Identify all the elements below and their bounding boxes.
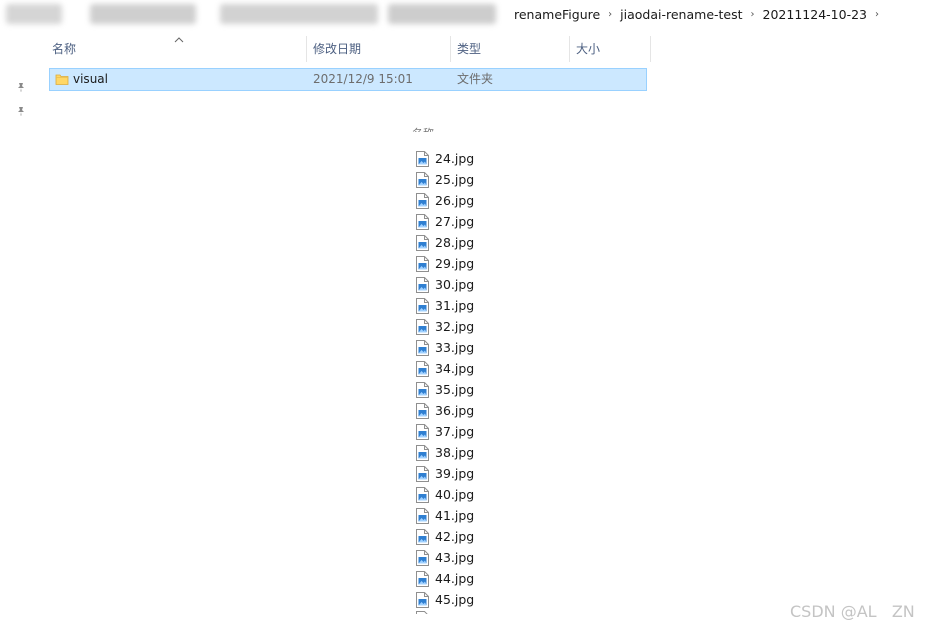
pin-icon[interactable]	[16, 106, 26, 119]
file-name: 35.jpg	[435, 382, 475, 397]
file-name: 37.jpg	[435, 424, 475, 439]
chevron-right-icon[interactable]: ›	[747, 9, 759, 20]
list-item[interactable]: 25.jpg	[416, 169, 526, 190]
list-item[interactable]: 29.jpg	[416, 253, 526, 274]
breadcrumb-item-jiaodai-rename-test[interactable]: jiaodai-rename-test	[616, 7, 746, 22]
file-name: 42.jpg	[435, 529, 475, 544]
list-item[interactable]: 36.jpg	[416, 400, 526, 421]
list-item[interactable]: 37.jpg	[416, 421, 526, 442]
list-item[interactable]: 27.jpg	[416, 211, 526, 232]
file-name: 28.jpg	[435, 235, 475, 250]
chevron-right-icon[interactable]: ›	[871, 9, 883, 20]
jpg-file-icon	[416, 402, 429, 419]
jpg-file-icon	[416, 507, 429, 524]
blurred-path-segment	[6, 4, 62, 24]
jpg-file-icon	[416, 171, 429, 188]
jpg-file-icon	[416, 192, 429, 209]
file-name: 31.jpg	[435, 298, 475, 313]
jpg-file-icon	[416, 150, 429, 167]
jpg-file-icon	[416, 339, 429, 356]
jpg-file-icon	[416, 444, 429, 461]
jpg-file-icon	[416, 255, 429, 272]
folder-type: 文件夹	[457, 72, 494, 86]
jpg-file-icon	[416, 423, 429, 440]
jpg-file-icon	[416, 528, 429, 545]
breadcrumb-item-20211124-10-23[interactable]: 20211124-10-23	[759, 7, 871, 22]
jpg-file-icon	[416, 570, 429, 587]
folder-row-visual[interactable]: visual 2021/12/9 15:01 文件夹	[49, 68, 647, 91]
column-name[interactable]: 名称	[46, 36, 306, 62]
column-header: 名称 修改日期 类型 大小	[46, 36, 652, 62]
list-item-partial	[416, 610, 446, 614]
jpg-file-icon	[416, 213, 429, 230]
file-name: 27.jpg	[435, 214, 475, 229]
blurred-path-segment	[388, 4, 496, 24]
blurred-path-segment	[90, 4, 196, 24]
column-type[interactable]: 类型	[451, 36, 569, 62]
breadcrumb: renameFigure › jiaodai-rename-test › 202…	[510, 4, 883, 24]
file-name: 39.jpg	[435, 466, 475, 481]
jpg-file-icon	[416, 486, 429, 503]
list-item[interactable]: 42.jpg	[416, 526, 526, 547]
jpg-file-icon	[416, 297, 429, 314]
file-name: 32.jpg	[435, 319, 475, 334]
file-name: 33.jpg	[435, 340, 475, 355]
list-item[interactable]: 28.jpg	[416, 232, 526, 253]
list-item[interactable]: 39.jpg	[416, 463, 526, 484]
jpg-file-icon	[416, 234, 429, 251]
chevron-right-icon[interactable]: ›	[604, 9, 616, 20]
file-name: 45.jpg	[435, 592, 475, 607]
file-name: 25.jpg	[435, 172, 475, 187]
jpg-file-icon	[416, 276, 429, 293]
list-item[interactable]: 41.jpg	[416, 505, 526, 526]
file-name: 26.jpg	[435, 193, 475, 208]
list-item[interactable]: 33.jpg	[416, 337, 526, 358]
pin-icon[interactable]	[16, 82, 26, 95]
jpg-file-icon	[416, 360, 429, 377]
list-item[interactable]: 35.jpg	[416, 379, 526, 400]
list-item[interactable]: 45.jpg	[416, 589, 526, 610]
file-name: 29.jpg	[435, 256, 475, 271]
list-item[interactable]: 44.jpg	[416, 568, 526, 589]
breadcrumb-item-renamefigure[interactable]: renameFigure	[510, 7, 604, 22]
list-item[interactable]: 24.jpg	[416, 148, 526, 169]
folder-icon	[55, 72, 69, 86]
address-bar[interactable]: renameFigure › jiaodai-rename-test › 202…	[0, 0, 940, 28]
list-item[interactable]: 26.jpg	[416, 190, 526, 211]
file-name: 44.jpg	[435, 571, 475, 586]
file-name: 43.jpg	[435, 550, 475, 565]
file-name: 36.jpg	[435, 403, 475, 418]
folder-name: visual	[73, 72, 108, 86]
jpg-file-icon	[416, 591, 429, 608]
list-item[interactable]: 34.jpg	[416, 358, 526, 379]
watermark: CSDN @AL ZN	[790, 602, 915, 621]
column-size[interactable]: 大小	[570, 36, 650, 62]
list-item[interactable]: 30.jpg	[416, 274, 526, 295]
jpg-file-icon	[416, 465, 429, 482]
file-name: 30.jpg	[435, 277, 475, 292]
file-name: 40.jpg	[435, 487, 475, 502]
list-item[interactable]: 38.jpg	[416, 442, 526, 463]
pane-header-name: 名称	[412, 124, 434, 132]
column-modified[interactable]: 修改日期	[307, 36, 450, 62]
list-item[interactable]: 32.jpg	[416, 316, 526, 337]
jpg-file-icon	[416, 549, 429, 566]
list-item[interactable]: 43.jpg	[416, 547, 526, 568]
file-name: 38.jpg	[435, 445, 475, 460]
folder-modified: 2021/12/9 15:01	[313, 72, 413, 86]
jpg-file-icon	[416, 381, 429, 398]
blurred-path-segment	[220, 4, 378, 24]
column-divider[interactable]	[650, 36, 651, 62]
file-name: 34.jpg	[435, 361, 475, 376]
file-list: 24.jpg 25.jpg 26.jpg 27.jpg 28.jpg 29.jpg 30.j…	[416, 148, 526, 610]
list-item[interactable]: 40.jpg	[416, 484, 526, 505]
list-item[interactable]: 31.jpg	[416, 295, 526, 316]
file-name: 24.jpg	[435, 151, 475, 166]
file-name: 41.jpg	[435, 508, 475, 523]
jpg-file-icon	[416, 318, 429, 335]
